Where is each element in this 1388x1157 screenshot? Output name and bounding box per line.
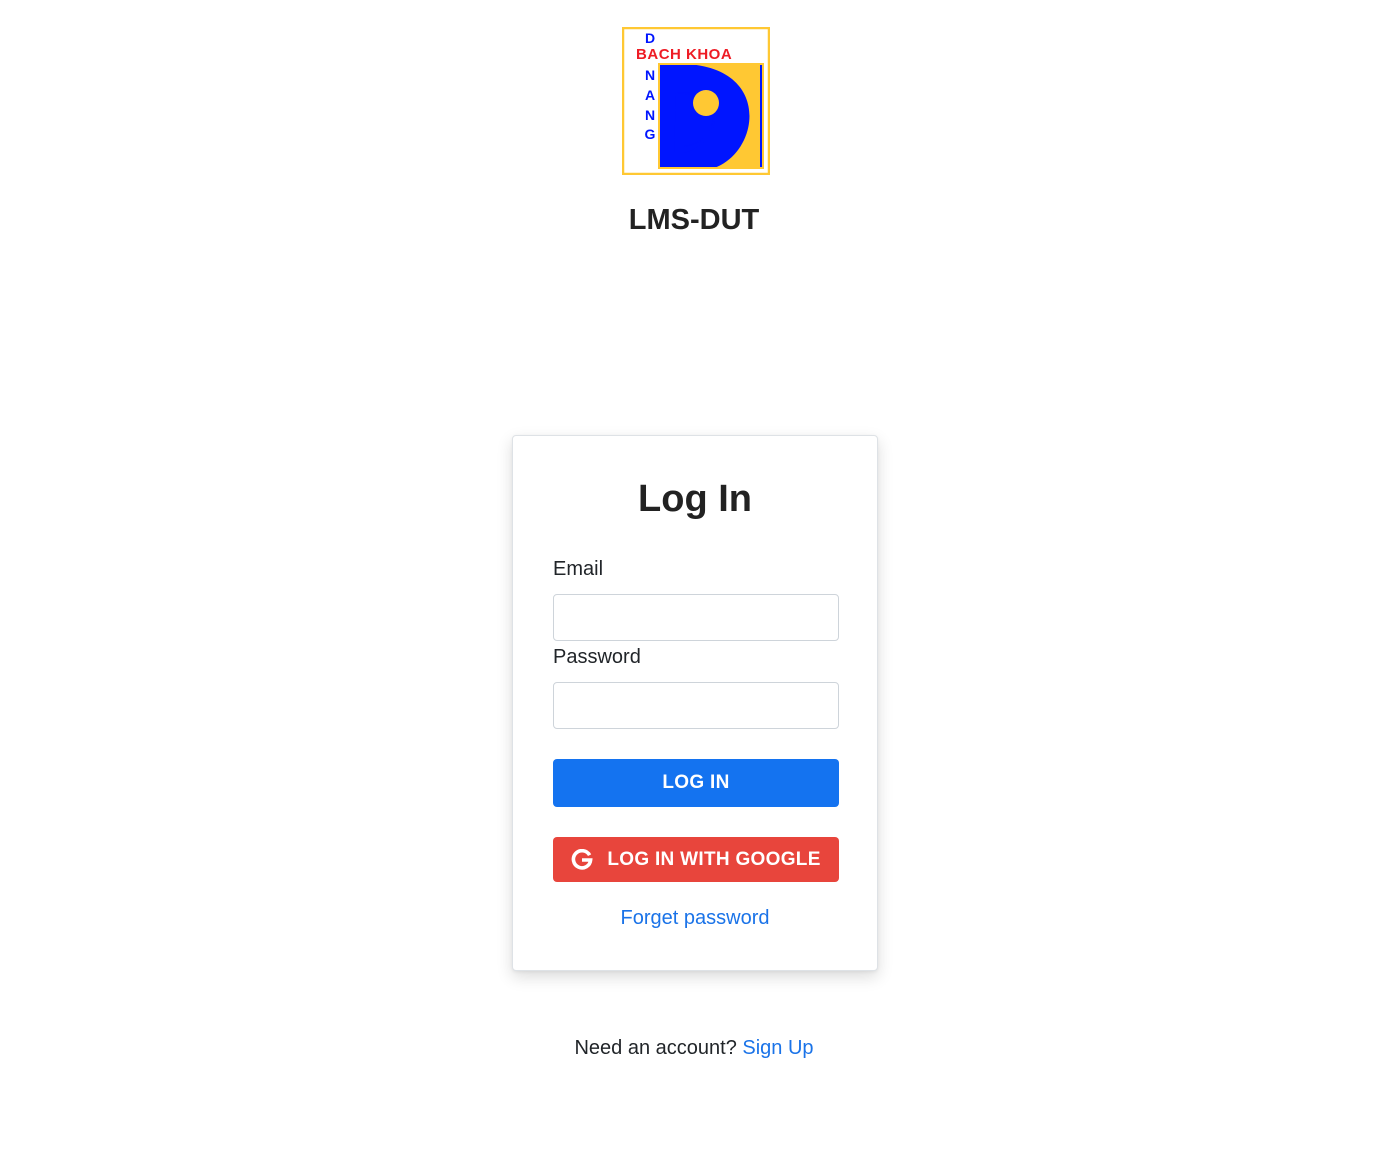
login-button[interactable]: LOG IN: [553, 759, 839, 807]
login-card: Log In Email Password LOG IN LOG IN WITH…: [512, 435, 878, 971]
svg-text:N: N: [645, 67, 655, 83]
google-g-icon: [571, 848, 593, 871]
app-title: LMS-DUT: [628, 204, 760, 236]
email-input[interactable]: [553, 594, 839, 641]
svg-text:D: D: [645, 30, 655, 46]
google-login-button[interactable]: LOG IN WITH GOOGLE: [553, 837, 839, 882]
svg-text:G: G: [645, 126, 656, 142]
signup-row: Need an account? Sign Up: [0, 1034, 1388, 1062]
svg-text:BACH KHOA: BACH KHOA: [636, 46, 732, 63]
login-button-label: LOG IN: [662, 772, 730, 793]
login-heading: Log In: [638, 478, 752, 520]
svg-text:N: N: [645, 107, 655, 123]
password-label: Password: [553, 646, 641, 668]
signup-link[interactable]: Sign Up: [742, 1037, 813, 1059]
email-label: Email: [553, 558, 604, 580]
forgot-password-link[interactable]: Forget password: [513, 904, 877, 932]
google-login-label: LOG IN WITH GOOGLE: [607, 848, 821, 870]
signup-prompt: Need an account?: [574, 1037, 737, 1059]
password-input[interactable]: [553, 682, 839, 729]
svg-text:A: A: [645, 87, 655, 103]
university-logo: BACH KHOA D N A N G: [622, 27, 770, 175]
login-page: BACH KHOA D N A N G LMS-DUT Log In Email…: [0, 0, 1388, 1157]
